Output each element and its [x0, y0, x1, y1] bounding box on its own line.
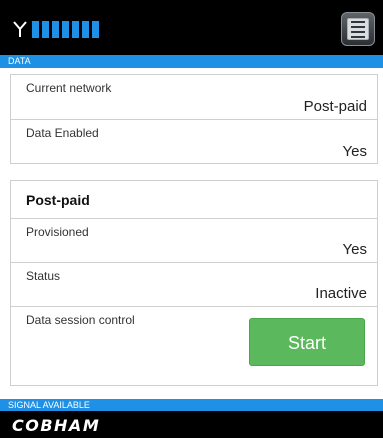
antenna-icon	[13, 21, 27, 37]
data-session-control-label: Data session control	[26, 313, 135, 327]
cobham-logo: COBHAM	[12, 416, 101, 435]
signal-bars	[32, 20, 102, 38]
section-title: DATA	[0, 55, 383, 68]
status-value: Inactive	[315, 285, 367, 302]
signal-bar	[72, 21, 79, 38]
signal-bar	[52, 21, 59, 38]
provisioned-row: Provisioned Yes	[11, 219, 377, 263]
signal-bar	[42, 21, 49, 38]
menu-icon	[347, 18, 369, 40]
data-enabled-label: Data Enabled	[26, 126, 99, 140]
signal-bar	[62, 21, 69, 38]
data-enabled-value: Yes	[342, 143, 367, 160]
menu-button[interactable]	[341, 12, 375, 46]
current-network-row: Current network Post-paid	[11, 75, 377, 120]
network-card: Current network Post-paid Data Enabled Y…	[10, 74, 378, 164]
top-bar	[0, 0, 383, 55]
start-button[interactable]: Start	[249, 318, 365, 366]
postpaid-header: Post-paid	[11, 181, 377, 219]
status-row: Status Inactive	[11, 263, 377, 307]
provisioned-label: Provisioned	[26, 225, 89, 239]
status-text: SIGNAL AVAILABLE	[0, 399, 383, 411]
status-label: Status	[26, 269, 61, 283]
main-content: Current network Post-paid Data Enabled Y…	[0, 68, 383, 399]
signal-bar	[32, 21, 39, 38]
signal-bar	[82, 21, 89, 38]
signal-bar	[92, 21, 99, 38]
data-enabled-row: Data Enabled Yes	[11, 120, 377, 164]
footer-bar: COBHAM	[0, 411, 383, 438]
current-network-value: Post-paid	[303, 98, 367, 115]
provisioned-value: Yes	[342, 241, 367, 258]
data-session-control-row: Data session control Start	[11, 307, 377, 385]
postpaid-title: Post-paid	[26, 192, 90, 208]
current-network-label: Current network	[26, 81, 112, 95]
signal-indicator	[12, 20, 102, 38]
postpaid-card: Post-paid Provisioned Yes Status Inactiv…	[10, 180, 378, 386]
